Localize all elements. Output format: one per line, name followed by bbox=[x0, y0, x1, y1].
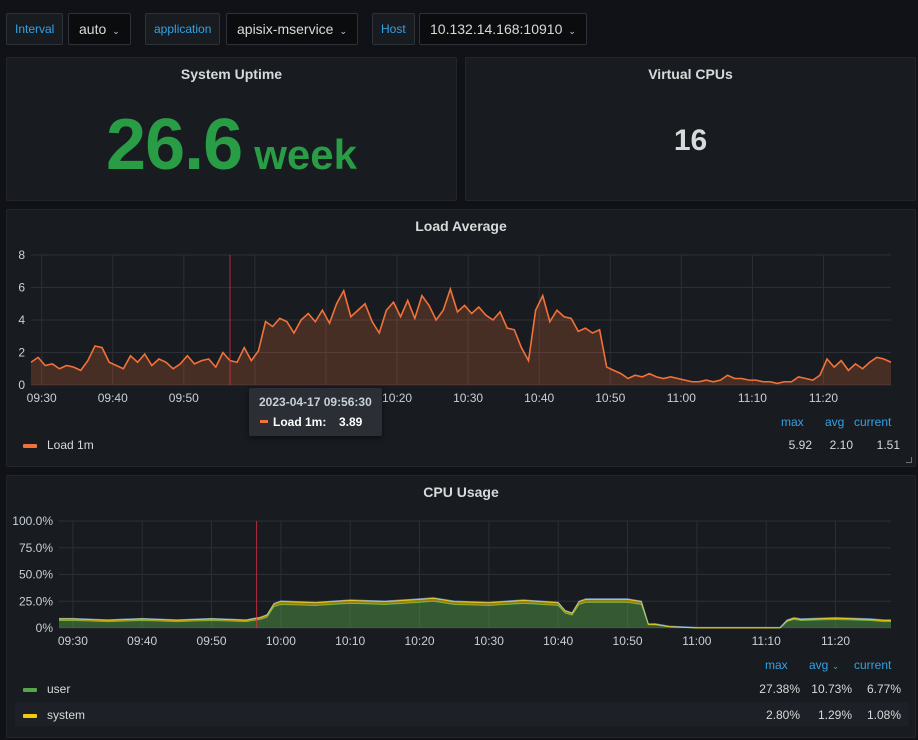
resize-handle[interactable] bbox=[906, 457, 912, 463]
x-tick-label: 09:30 bbox=[58, 634, 88, 648]
cpu-panel: CPU Usage 0% 25.0% 50.0% 75.0% 100.0% 09:30 09… bbox=[6, 475, 916, 738]
x-tick-label: 11:10 bbox=[738, 391, 767, 405]
chevron-down-icon: ⌄ bbox=[339, 26, 348, 36]
x-tick-label: 09:50 bbox=[197, 634, 227, 648]
legend-max: 5.92 bbox=[788, 438, 812, 452]
x-tick-label: 11:00 bbox=[682, 634, 711, 648]
legend-avg: 10.73% bbox=[811, 682, 852, 696]
tooltip-swatch bbox=[260, 420, 268, 423]
legend-max: 27.38% bbox=[759, 682, 800, 696]
x-tick-label: 10:40 bbox=[543, 634, 573, 648]
chevron-down-icon: ⌄ bbox=[831, 661, 840, 671]
variables-bar: Interval auto ⌄ application apisix-mservi… bbox=[0, 0, 918, 56]
application-label: application bbox=[145, 13, 221, 45]
application-value: apisix-mservice bbox=[237, 21, 334, 37]
interval-label: Interval bbox=[6, 13, 64, 45]
vcpu-panel: Virtual CPUs 16 bbox=[465, 57, 916, 201]
y-tick-label: 25.0% bbox=[19, 594, 53, 608]
uptime-value: 26.6 bbox=[106, 105, 243, 185]
interval-value: auto bbox=[79, 21, 107, 37]
y-tick-label: 4 bbox=[18, 313, 25, 327]
x-tick-label: 11:20 bbox=[809, 391, 838, 405]
x-tick-label: 11:00 bbox=[667, 391, 696, 405]
uptime-stat: 26.6 week bbox=[7, 104, 456, 186]
y-tick-label: 0% bbox=[36, 621, 54, 635]
legend-header-avg[interactable]: avg bbox=[825, 415, 844, 429]
load-panel: Load Average 0 2 4 6 8 09:30 09:40 09:50 10:20 10… bbox=[6, 209, 916, 467]
legend-avg: 2.10 bbox=[829, 438, 853, 452]
uptime-panel: System Uptime 26.6 week bbox=[6, 57, 457, 201]
legend-max: 2.80% bbox=[765, 708, 800, 722]
x-tick-label: 10:40 bbox=[524, 391, 554, 405]
host-select[interactable]: 10.132.14.168:10910 ⌄ bbox=[419, 13, 587, 45]
legend-current: 1.08% bbox=[866, 708, 901, 722]
legend-header-current[interactable]: current bbox=[854, 658, 891, 672]
y-tick-label: 0 bbox=[18, 378, 25, 392]
y-tick-label: 100.0% bbox=[12, 514, 53, 528]
x-tick-label: 09:50 bbox=[169, 391, 199, 405]
legend-swatch bbox=[23, 688, 37, 692]
legend-series-name[interactable]: Load 1m bbox=[47, 438, 94, 452]
x-tick-label: 11:10 bbox=[752, 634, 781, 648]
legend-header-current[interactable]: current bbox=[854, 415, 891, 429]
x-tick-label: 09:30 bbox=[27, 391, 57, 405]
host-value: 10.132.14.168:10910 bbox=[430, 21, 563, 37]
x-tick-label: 11:20 bbox=[821, 634, 850, 648]
legend-series-name: system bbox=[47, 708, 86, 722]
host-label: Host bbox=[372, 13, 415, 45]
y-tick-label: 75.0% bbox=[19, 541, 53, 555]
vcpu-value: 16 bbox=[673, 124, 708, 157]
y-tick-label: 8 bbox=[18, 248, 25, 262]
legend-current: 1.51 bbox=[876, 438, 900, 452]
chevron-down-icon: ⌄ bbox=[112, 26, 120, 36]
legend-header-avg[interactable]: avg ⌄ bbox=[809, 658, 839, 672]
legend-row-user[interactable]: user 27.38% 10.73% 6.77% bbox=[15, 676, 909, 700]
legend-row-system[interactable]: system 2.80% 1.29% 1.08% bbox=[15, 702, 909, 726]
x-tick-label: 10:20 bbox=[405, 634, 435, 648]
panel-title[interactable]: Virtual CPUs bbox=[466, 66, 915, 82]
series-area-Load 1m bbox=[31, 289, 891, 385]
x-tick-label: 10:50 bbox=[595, 391, 625, 405]
uptime-unit: week bbox=[254, 131, 357, 178]
tooltip-time: 2023-04-17 09:56:30 bbox=[259, 395, 372, 409]
legend-series-name: user bbox=[47, 682, 71, 696]
legend-header-max[interactable]: max bbox=[765, 658, 788, 672]
legend-swatch bbox=[23, 444, 37, 448]
chevron-down-icon: ⌄ bbox=[568, 26, 576, 36]
x-tick-label: 09:40 bbox=[127, 634, 157, 648]
x-tick-label: 10:30 bbox=[474, 634, 504, 648]
chart-tooltip: 2023-04-17 09:56:30 Load 1m: 3.89 bbox=[249, 388, 382, 436]
legend-avg: 1.29% bbox=[817, 708, 852, 722]
load-chart[interactable]: 0 2 4 6 8 09:30 09:40 09:50 10:20 10:30 10:40 10:50… bbox=[7, 210, 917, 468]
x-tick-label: 10:10 bbox=[335, 634, 365, 648]
y-tick-label: 6 bbox=[18, 281, 25, 295]
legend-swatch bbox=[23, 714, 37, 718]
tooltip-series: Load 1m: bbox=[273, 415, 327, 429]
y-tick-label: 50.0% bbox=[19, 568, 53, 582]
y-tick-label: 2 bbox=[18, 346, 25, 360]
panel-title[interactable]: System Uptime bbox=[7, 66, 456, 82]
legend-header-max[interactable]: max bbox=[781, 415, 804, 429]
x-tick-label: 10:50 bbox=[613, 634, 643, 648]
x-tick-label: 09:40 bbox=[98, 391, 128, 405]
x-tick-label: 10:00 bbox=[266, 634, 296, 648]
tooltip-value: 3.89 bbox=[339, 415, 363, 429]
x-tick-label: 10:20 bbox=[382, 391, 412, 405]
x-tick-label: 10:30 bbox=[453, 391, 483, 405]
interval-select[interactable]: auto ⌄ bbox=[68, 13, 131, 45]
legend-current: 6.77% bbox=[866, 682, 901, 696]
application-select[interactable]: apisix-mservice ⌄ bbox=[226, 13, 359, 45]
